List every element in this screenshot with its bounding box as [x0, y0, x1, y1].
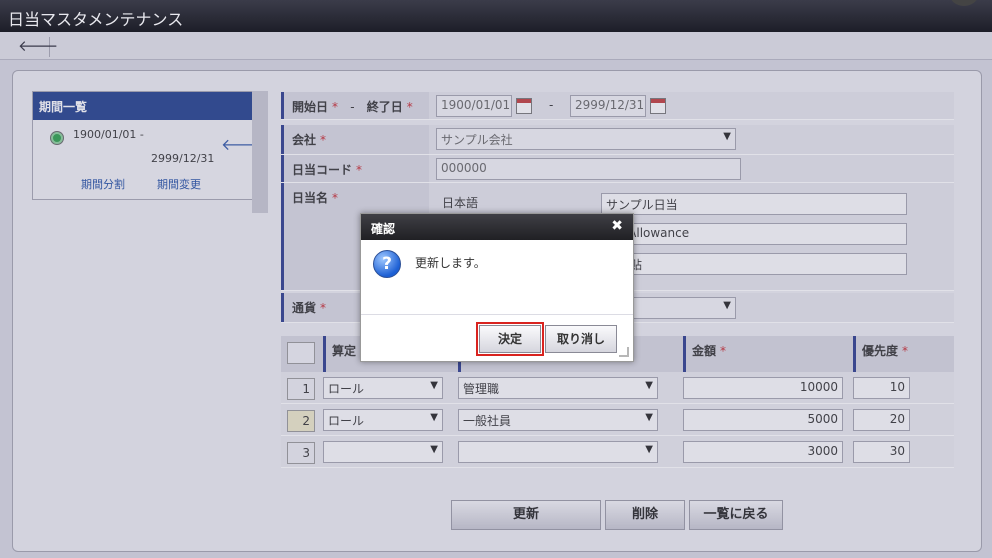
dialog-titlebar: 確認 ✖ — [361, 214, 633, 240]
dialog-title: 確認 — [371, 222, 396, 236]
ok-button[interactable]: 決定 — [476, 322, 544, 356]
resize-grip-icon[interactable] — [619, 347, 629, 357]
window-control[interactable] — [950, 0, 978, 6]
dialog-footer: 決定 取り消し — [361, 314, 633, 361]
confirm-dialog: 確認 ✖ ? 更新します。 決定 取り消し — [360, 213, 634, 362]
question-icon: ? — [373, 250, 401, 278]
dialog-message: 更新します。 — [415, 256, 486, 270]
window-title: 日当マスタメンテナンス — [8, 10, 184, 29]
close-icon[interactable]: ✖ — [611, 218, 623, 234]
title-bar: 日当マスタメンテナンス — [0, 0, 992, 32]
dialog-body: ? 更新します。 — [361, 240, 633, 314]
cancel-button[interactable]: 取り消し — [545, 325, 617, 353]
